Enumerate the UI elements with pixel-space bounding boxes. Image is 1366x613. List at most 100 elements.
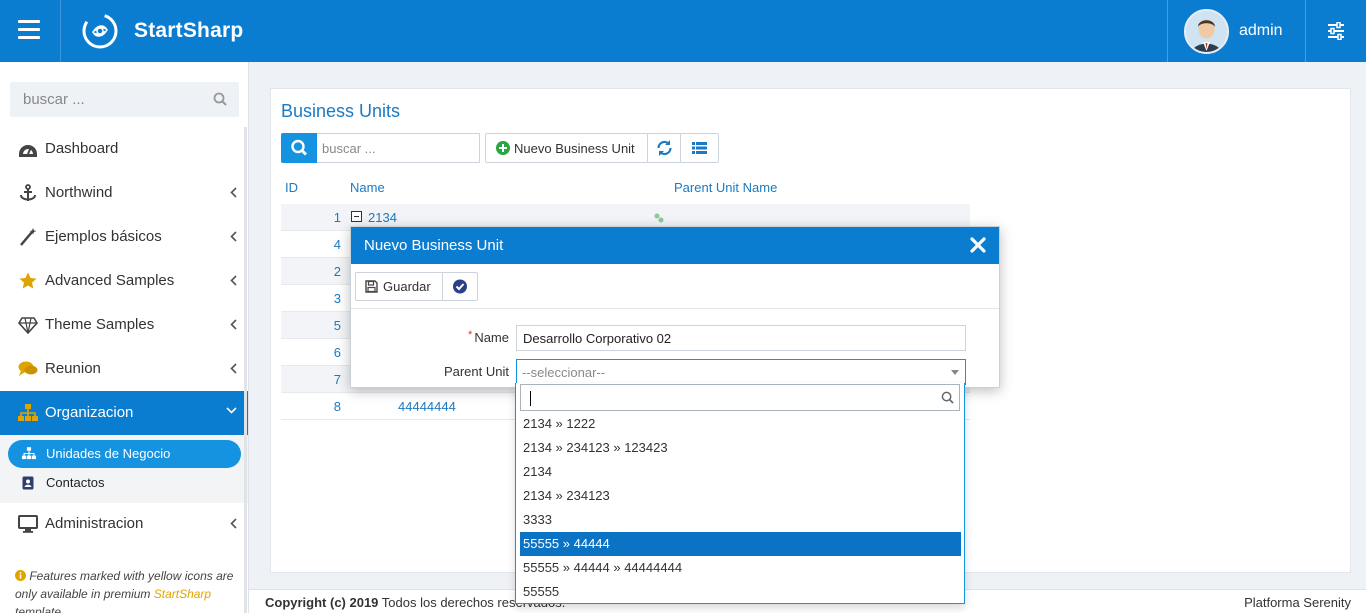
cell-name[interactable]: 44444444	[398, 399, 456, 414]
grid-header: ID Name Parent Unit Name	[281, 176, 970, 204]
dropdown-option[interactable]: 2134 » 234123	[520, 484, 961, 508]
anchor-icon	[20, 184, 36, 201]
name-field[interactable]: Desarrollo Corporativo 02	[516, 325, 966, 351]
chevron-left-icon	[230, 275, 237, 286]
parent-unit-label: Parent Unit	[443, 364, 509, 379]
dropdown-option-highlighted[interactable]: 55555 » 44444	[520, 532, 961, 556]
cell-id: 2	[333, 264, 341, 279]
startsharp-link[interactable]: StartSharp	[154, 587, 211, 601]
close-icon[interactable]	[969, 236, 987, 254]
list-icon	[692, 142, 707, 154]
sidebar-item-theme-samples[interactable]: Theme Samples	[0, 303, 248, 347]
refresh-button[interactable]	[648, 134, 681, 162]
search-icon	[213, 92, 227, 106]
sidebar-item-dashboard[interactable]: Dashboard	[0, 127, 248, 171]
dialog-button-group: Guardar	[355, 272, 478, 301]
sidebar-item-label: Unidades de Negocio	[46, 446, 171, 461]
info-icon	[15, 570, 26, 581]
sitemap-icon	[22, 447, 36, 460]
sidebar-item-unidades-de-negocio[interactable]: Unidades de Negocio	[8, 440, 241, 468]
settings-sliders-icon[interactable]	[1326, 22, 1346, 40]
sidebar-item-advanced-samples[interactable]: Advanced Samples	[0, 259, 248, 303]
diamond-icon	[18, 317, 38, 334]
brand-name[interactable]: StartSharp	[134, 19, 243, 43]
sidebar-item-label: Northwind	[45, 184, 113, 201]
sidebar-item-label: Contactos	[46, 475, 105, 490]
startsharp-logo-icon	[82, 13, 118, 49]
quick-search-button[interactable]	[281, 133, 317, 163]
column-picker-button[interactable]	[681, 134, 718, 162]
sidebar-item-label: Reunion	[45, 360, 101, 377]
sidebar-item-organizacion[interactable]: Organizacion	[0, 391, 248, 435]
sidebar-item-label: Advanced Samples	[45, 272, 175, 289]
dialog-header[interactable]: Nuevo Business Unit	[351, 227, 999, 264]
sidebar-item-contactos[interactable]: Contactos	[8, 469, 241, 497]
sidebar-item-administracion[interactable]: Administracion	[0, 502, 248, 546]
save-button-label: Guardar	[383, 279, 431, 294]
copyright-bold: Copyright (c) 2019	[265, 595, 379, 610]
dropdown-option[interactable]: 2134 » 234123 » 123423	[520, 436, 961, 460]
avatar[interactable]	[1184, 9, 1229, 54]
new-business-unit-dialog: Nuevo Business Unit Guardar * Name Desar…	[350, 226, 1000, 388]
dropdown-option[interactable]: 2134	[520, 460, 961, 484]
sidebar-item-reunion[interactable]: Reunion	[0, 347, 248, 391]
sidebar-item-northwind[interactable]: Northwind	[0, 171, 248, 215]
platform-label: Platforma Serenity	[1244, 595, 1351, 610]
dropdown-search-input[interactable]	[520, 384, 960, 411]
note-text-tail: template	[15, 605, 62, 613]
tree-collapse-toggle[interactable]	[351, 211, 362, 222]
chevron-left-icon	[230, 363, 237, 374]
sidebar-item-label: Ejemplos básicos	[45, 228, 162, 245]
sidebar-search-placeholder: buscar ...	[23, 91, 85, 108]
cell-id: 7	[333, 372, 341, 387]
check-circle-icon	[453, 279, 467, 294]
apply-changes-button[interactable]	[443, 273, 477, 300]
text-cursor	[530, 391, 531, 406]
dropdown-option[interactable]: 55555 » 44444 » 44444444	[520, 556, 961, 580]
cell-name[interactable]: 2134	[368, 210, 397, 225]
cell-id: 3	[333, 291, 341, 306]
divider	[60, 0, 61, 62]
divider	[1305, 0, 1306, 62]
name-field-label: * Name	[451, 329, 509, 345]
dropdown-option[interactable]: 3333	[520, 508, 961, 532]
quick-search-input[interactable]: buscar ...	[317, 133, 480, 163]
premium-features-note: Features marked with yellow icons are on…	[15, 567, 237, 613]
sidebar-submenu: Unidades de Negocio Contactos	[0, 435, 248, 503]
sidebar-item-label: Organizacion	[45, 404, 134, 421]
comments-icon	[18, 361, 38, 376]
required-marker: *	[468, 329, 473, 341]
chevron-left-icon	[230, 518, 237, 529]
toolbar: Nuevo Business Unit	[485, 133, 719, 163]
cell-id: 8	[333, 399, 341, 414]
sidebar-item-label: Dashboard	[45, 140, 119, 157]
tree-node-icon	[654, 213, 664, 223]
refresh-icon	[657, 140, 672, 156]
sidebar-item-ejemplos-basicos[interactable]: Ejemplos básicos	[0, 215, 248, 259]
chevron-left-icon	[230, 319, 237, 330]
column-header-parent[interactable]: Parent Unit Name	[674, 180, 777, 195]
floppy-disk-icon	[365, 280, 378, 293]
parent-unit-select[interactable]: --seleccionar--	[516, 359, 966, 385]
parent-unit-placeholder: --seleccionar--	[522, 365, 606, 380]
quick-search-placeholder: buscar ...	[322, 141, 376, 156]
column-header-name[interactable]: Name	[350, 180, 385, 195]
column-header-id[interactable]: ID	[285, 180, 298, 195]
dropdown-option[interactable]: 2134 » 1222	[520, 412, 961, 436]
save-button[interactable]: Guardar	[356, 273, 443, 300]
sidebar-search-input[interactable]: buscar ...	[10, 82, 239, 117]
sidebar: buscar ... Dashboard Northwind Ejemplos …	[0, 62, 249, 613]
new-business-unit-button[interactable]: Nuevo Business Unit	[486, 134, 648, 162]
sitemap-icon	[18, 404, 38, 421]
dialog-title: Nuevo Business Unit	[364, 237, 504, 254]
dropdown-option[interactable]: 55555	[520, 580, 961, 603]
magic-wand-icon	[20, 228, 37, 246]
dashboard-icon	[19, 145, 37, 157]
sidebar-scrollbar[interactable]	[244, 127, 247, 613]
cell-id: 4	[333, 237, 341, 252]
contact-book-icon	[22, 476, 34, 490]
cell-id: 1	[333, 210, 341, 225]
hamburger-menu-icon[interactable]	[18, 20, 40, 40]
user-name[interactable]: admin	[1239, 22, 1283, 40]
dialog-toolbar: Guardar	[351, 264, 999, 309]
